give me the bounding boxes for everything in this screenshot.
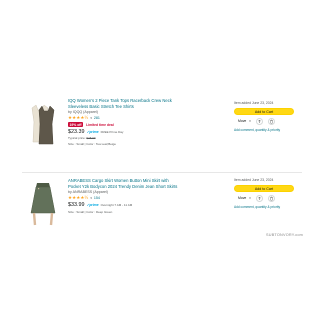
date-added: Item added June 23, 2024	[234, 101, 274, 105]
product-title-link[interactable]: IQQ Women's 2 Piece Tank Tops Racerback …	[68, 98, 178, 109]
item-controls: Move ▾	[234, 194, 304, 202]
move-label: Move	[238, 196, 247, 200]
chevron-down-icon: ▾	[249, 119, 251, 123]
product-brand: by IQQQ (Apparel)	[68, 110, 98, 115]
add-to-cart-button[interactable]: Add to Cart	[234, 184, 294, 192]
item-details: IQQ Women's 2 Piece Tank Tops Racerback …	[68, 98, 178, 146]
item-actions: Item added June 23, 2024 Add to Cart Mov…	[234, 178, 304, 209]
chevron-down-icon[interactable]: ▾	[90, 116, 92, 120]
delivery-text: FREE Prime Day	[100, 129, 124, 134]
move-dropdown[interactable]: Move ▾	[238, 196, 251, 200]
price: $23.39	[68, 128, 85, 135]
chevron-down-icon[interactable]: ▾	[90, 196, 92, 200]
item-actions: Item added June 23, 2024 Add to Cart Mov…	[234, 101, 304, 132]
review-count-link[interactable]: 154	[94, 196, 100, 200]
size-color-meta: Size : Small | Color : Tea Leaf,Beige	[68, 141, 116, 146]
rating: ★★★★½ ▾ 154	[68, 195, 178, 200]
move-label: Move	[238, 119, 247, 123]
size-color-meta: Size : Small | Color : Deep Green	[68, 209, 113, 214]
item-controls: Move ▾	[234, 117, 304, 125]
product-title-link[interactable]: ANRABESS Cargo Skirt Women Button Mini S…	[68, 178, 178, 189]
date-added: Item added June 23, 2024	[234, 178, 274, 182]
list-item: IQQ Women's 2 Piece Tank Tops Racerback …	[22, 92, 302, 172]
chevron-down-icon: ▾	[249, 196, 251, 200]
product-brand: by ANRABESS (Apparel)	[68, 190, 108, 195]
rating: ★★★★½ ▾ 281	[68, 115, 178, 120]
list-item: ANRABESS Cargo Skirt Women Button Mini S…	[22, 172, 302, 252]
add-comment-link[interactable]: Add comment, quantity & priority	[234, 205, 304, 209]
prime-badge: ✓prime	[86, 202, 99, 207]
deal-badge: 19% off	[68, 122, 84, 128]
price-row: $23.39 ✓prime FREE Prime Day	[68, 129, 178, 135]
typical-price-value: $28.99	[86, 135, 96, 140]
share-icon[interactable]	[255, 117, 263, 125]
review-count-link[interactable]: 281	[94, 116, 100, 120]
share-icon[interactable]	[255, 194, 263, 202]
deal-text: Limited time deal	[86, 122, 114, 127]
item-details: ANRABESS Cargo Skirt Women Button Mini S…	[68, 178, 178, 214]
prime-badge: ✓prime	[86, 129, 99, 134]
product-image-tank-tops[interactable]	[28, 102, 58, 146]
product-image-cargo-skirt[interactable]	[28, 179, 58, 227]
add-comment-link[interactable]: Add comment, quantity & priority	[234, 128, 304, 132]
star-rating-icon[interactable]: ★★★★½	[68, 115, 88, 120]
delivery-text: Overnight 7 AM - 11 AM	[100, 202, 133, 207]
delete-icon[interactable]	[267, 194, 275, 202]
wishlist: IQQ Women's 2 Piece Tank Tops Racerback …	[22, 92, 302, 252]
typical-price-label: Typical price:	[68, 135, 86, 140]
move-dropdown[interactable]: Move ▾	[238, 119, 251, 123]
watermark: SUBTONVORY.com	[266, 233, 303, 237]
add-to-cart-button[interactable]: Add to Cart	[234, 107, 294, 115]
star-rating-icon[interactable]: ★★★★½	[68, 195, 88, 200]
price: $33.99	[68, 201, 85, 208]
typical-price: Typical price: $28.99	[68, 136, 178, 140]
price-row: $33.99 ✓prime Overnight 7 AM - 11 AM	[68, 202, 178, 208]
delete-icon[interactable]	[267, 117, 275, 125]
deal-row: 19% off Limited time deal	[68, 122, 178, 128]
